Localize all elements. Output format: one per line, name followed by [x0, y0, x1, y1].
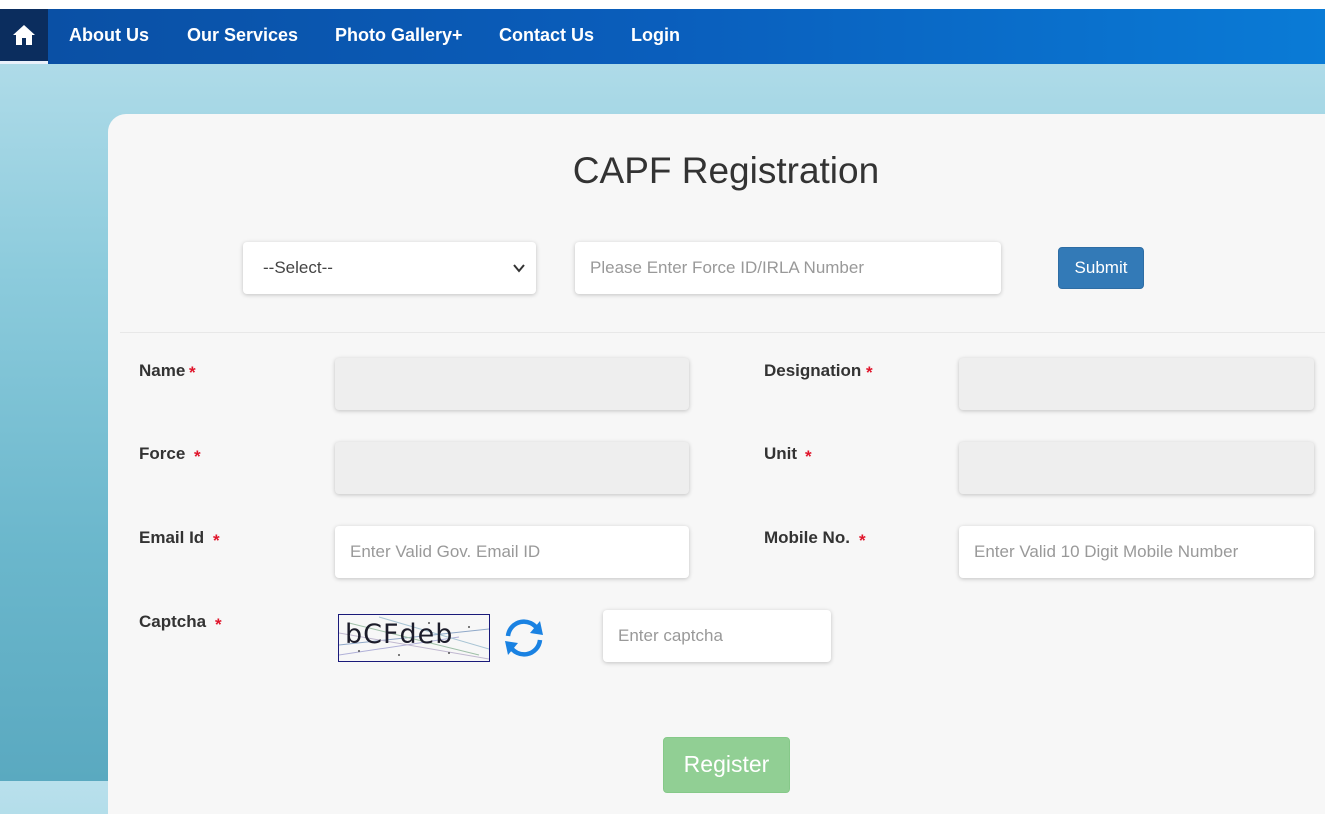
- force-select-value: --Select--: [263, 258, 333, 277]
- captcha-required-mark: *: [215, 615, 222, 634]
- register-button[interactable]: Register: [663, 737, 790, 793]
- force-id-input[interactable]: Please Enter Force ID/IRLA Number: [575, 242, 1001, 294]
- designation-required-mark: *: [866, 363, 873, 382]
- submit-button[interactable]: Submit: [1058, 247, 1144, 289]
- divider: [120, 332, 1325, 333]
- chevron-down-icon: [513, 264, 525, 273]
- refresh-icon[interactable]: [500, 616, 548, 660]
- force-required-mark: *: [194, 447, 201, 466]
- email-label: Email Id: [139, 528, 205, 547]
- captcha-image: bCFdeb: [338, 614, 490, 662]
- email-field[interactable]: Enter Valid Gov. Email ID: [335, 526, 689, 578]
- registration-panel: CAPF Registration --Select-- Please Ente…: [108, 114, 1325, 814]
- captcha-text: bCFdeb: [345, 619, 454, 650]
- force-select[interactable]: --Select--: [243, 242, 536, 294]
- name-label: Name: [139, 361, 186, 380]
- nav-photo-gallery[interactable]: Photo Gallery+: [335, 9, 463, 64]
- navbar: About Us Our Services Photo Gallery+ Con…: [0, 9, 1325, 64]
- home-button[interactable]: [0, 9, 48, 64]
- nav-our-services[interactable]: Our Services: [187, 9, 298, 64]
- captcha-placeholder: Enter captcha: [618, 626, 723, 645]
- name-field[interactable]: [335, 358, 689, 410]
- mobile-field[interactable]: Enter Valid 10 Digit Mobile Number: [959, 526, 1314, 578]
- top-strip: [0, 0, 1325, 9]
- name-required-mark: *: [189, 363, 196, 382]
- page-title: CAPF Registration: [572, 150, 880, 191]
- unit-label: Unit: [764, 444, 798, 463]
- captcha-input[interactable]: Enter captcha: [603, 610, 831, 662]
- nav-about-us[interactable]: About Us: [69, 9, 149, 64]
- mobile-placeholder: Enter Valid 10 Digit Mobile Number: [974, 542, 1239, 561]
- mobile-required-mark: *: [859, 531, 866, 550]
- nav-login[interactable]: Login: [631, 9, 680, 64]
- home-icon: [13, 25, 35, 45]
- unit-required-mark: *: [805, 447, 812, 466]
- captcha-label: Captcha: [139, 612, 207, 631]
- mobile-label: Mobile No.: [764, 528, 850, 547]
- force-field[interactable]: [335, 442, 689, 494]
- email-required-mark: *: [213, 531, 220, 550]
- unit-field[interactable]: [959, 442, 1314, 494]
- nav-contact-us[interactable]: Contact Us: [499, 9, 594, 64]
- email-placeholder: Enter Valid Gov. Email ID: [350, 542, 541, 561]
- designation-field[interactable]: [959, 358, 1314, 410]
- force-label: Force: [139, 444, 186, 463]
- designation-label: Designation: [764, 361, 862, 380]
- force-id-placeholder: Please Enter Force ID/IRLA Number: [590, 258, 865, 277]
